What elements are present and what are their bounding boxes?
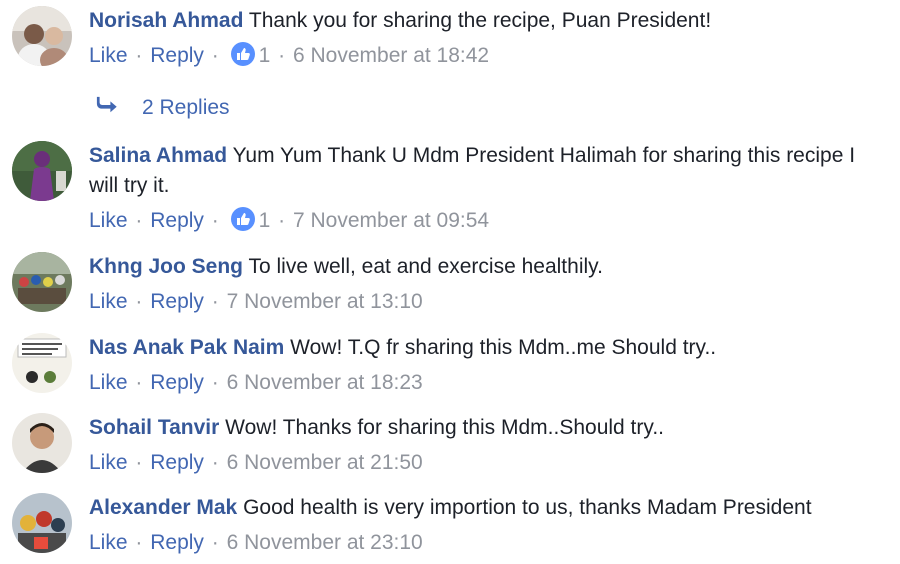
avatar[interactable] <box>12 413 72 473</box>
comment-actions: Like · Reply · 6 November at 18:23 <box>89 368 889 398</box>
timestamp[interactable]: 6 November at 18:23 <box>227 371 423 394</box>
like-link[interactable]: Like <box>89 44 128 67</box>
comment-text-line: Khng Joo Seng To live well, eat and exer… <box>89 252 889 282</box>
separator: · <box>135 531 143 554</box>
like-link[interactable]: Like <box>89 451 128 474</box>
view-replies-link[interactable]: 2 Replies <box>96 93 230 123</box>
author-name[interactable]: Nas Anak Pak Naim <box>89 336 284 359</box>
separator: · <box>211 44 219 67</box>
author-name[interactable]: Alexander Mak <box>89 496 237 519</box>
comment-text: Good health is very importion to us, tha… <box>243 496 812 519</box>
timestamp[interactable]: 6 November at 23:10 <box>227 531 423 554</box>
author-name[interactable]: Norisah Ahmad <box>89 9 243 32</box>
reply-link[interactable]: Reply <box>150 209 204 232</box>
comment-actions: Like · Reply · 1 · 7 November at 09:54 <box>89 206 889 236</box>
author-name[interactable]: Khng Joo Seng <box>89 255 243 278</box>
comment-actions: Like · Reply · 7 November at 13:10 <box>89 287 889 317</box>
comment-text: Thank you for sharing the recipe, Puan P… <box>248 9 712 32</box>
avatar[interactable] <box>12 6 72 66</box>
comment-text-line: Salina Ahmad Yum Yum Thank U Mdm Preside… <box>89 141 889 201</box>
separator: · <box>135 371 143 394</box>
comment-actions: Like · Reply · 6 November at 21:50 <box>89 448 889 478</box>
author-name[interactable]: Sohail Tanvir <box>89 416 219 439</box>
like-count[interactable]: 1 <box>259 44 271 67</box>
avatar[interactable] <box>12 333 72 393</box>
like-count[interactable]: 1 <box>259 209 271 232</box>
comment-text: Wow! Thanks for sharing this Mdm..Should… <box>225 416 664 439</box>
timestamp[interactable]: 7 November at 09:54 <box>293 209 489 232</box>
separator: · <box>135 290 143 313</box>
timestamp[interactable]: 6 November at 18:42 <box>293 44 489 67</box>
comment-text-line: Alexander Mak Good health is very import… <box>89 493 889 523</box>
reply-arrow-icon <box>96 95 120 115</box>
separator: · <box>135 451 143 474</box>
separator: · <box>211 451 219 474</box>
reply-link[interactable]: Reply <box>150 451 204 474</box>
reply-link[interactable]: Reply <box>150 290 204 313</box>
separator: · <box>211 371 219 394</box>
separator: · <box>278 209 286 232</box>
timestamp[interactable]: 7 November at 13:10 <box>227 290 423 313</box>
separator: · <box>211 531 219 554</box>
thumbs-up-icon <box>230 207 255 231</box>
like-link[interactable]: Like <box>89 209 128 232</box>
avatar[interactable] <box>12 141 72 201</box>
comment-actions: Like · Reply · 1 · 6 November at 18:42 <box>89 41 889 71</box>
separator: · <box>135 209 143 232</box>
separator: · <box>278 44 286 67</box>
reply-link[interactable]: Reply <box>150 44 204 67</box>
like-link[interactable]: Like <box>89 531 128 554</box>
comment-text: To live well, eat and exercise healthily… <box>248 255 603 278</box>
like-link[interactable]: Like <box>89 290 128 313</box>
comment-text-line: Norisah Ahmad Thank you for sharing the … <box>89 6 889 36</box>
reply-link[interactable]: Reply <box>150 531 204 554</box>
author-name[interactable]: Salina Ahmad <box>89 144 227 167</box>
thumbs-up-icon <box>230 42 255 66</box>
like-link[interactable]: Like <box>89 371 128 394</box>
comment-text-line: Nas Anak Pak Naim Wow! T.Q fr sharing th… <box>89 333 889 363</box>
timestamp[interactable]: 6 November at 21:50 <box>227 451 423 474</box>
separator: · <box>135 44 143 67</box>
separator: · <box>211 290 219 313</box>
comment-actions: Like · Reply · 6 November at 23:10 <box>89 528 889 558</box>
separator: · <box>211 209 219 232</box>
comment-text: Wow! T.Q fr sharing this Mdm..me Should … <box>290 336 717 359</box>
avatar[interactable] <box>12 252 72 312</box>
avatar[interactable] <box>12 493 72 553</box>
replies-count-label[interactable]: 2 Replies <box>142 96 230 119</box>
reply-link[interactable]: Reply <box>150 371 204 394</box>
comment-text-line: Sohail Tanvir Wow! Thanks for sharing th… <box>89 413 889 443</box>
